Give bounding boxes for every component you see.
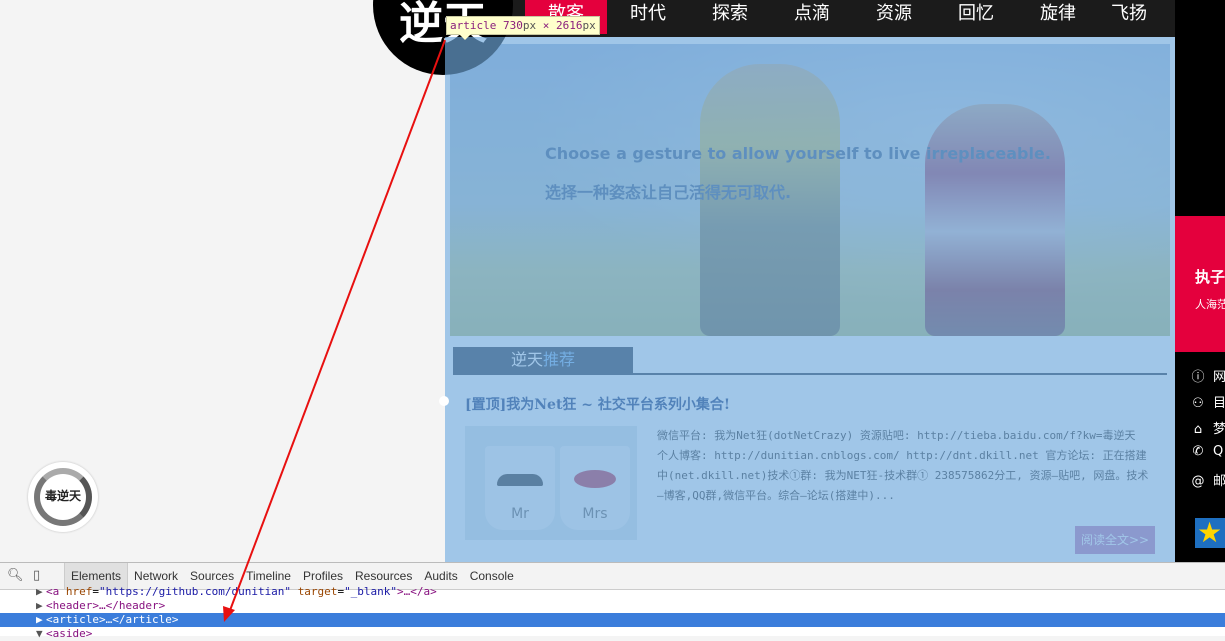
nav-item-feiyang[interactable]: 飞扬 bbox=[1099, 0, 1159, 34]
info-text: 目 bbox=[1213, 396, 1225, 411]
info-text: Q bbox=[1213, 444, 1224, 459]
inspect-search-icon[interactable]: 🔍︎ bbox=[7, 568, 24, 583]
left-blank-area: 毒逆天 bbox=[0, 0, 443, 562]
mug-mr-label: Mr bbox=[511, 506, 529, 522]
aside-portrait bbox=[1175, 0, 1225, 216]
dom-node-article-selected[interactable]: ▶ <article>…</article> bbox=[0, 613, 1225, 627]
info-row-email[interactable]: @ 邮 bbox=[1191, 470, 1225, 489]
tooltip-pointer bbox=[459, 34, 471, 40]
read-more-button[interactable]: 阅读全文>> bbox=[1075, 526, 1155, 554]
inspect-element-tooltip: article 730px × 2616px bbox=[446, 16, 600, 35]
expand-triangle-icon[interactable]: ▶ bbox=[36, 585, 46, 599]
info-row-website[interactable]: ⓘ 网 bbox=[1191, 366, 1225, 385]
tooltip-width: 730 bbox=[502, 19, 523, 32]
tooltip-height: 2616 bbox=[555, 19, 583, 32]
dom-node-aside[interactable]: ▼ <aside> bbox=[0, 627, 1225, 641]
recommend-tab-highlight: 推荐 bbox=[543, 350, 576, 369]
tooltip-times: × bbox=[542, 19, 550, 32]
devtools-panel: 🔍︎ ▯ Elements Network Sources Timeline P… bbox=[0, 562, 1225, 640]
hero-figure-woman bbox=[925, 104, 1065, 336]
nav-item-xuanlv[interactable]: 旋律 bbox=[1017, 0, 1099, 34]
mug-mr: Mr bbox=[485, 446, 555, 530]
dom-node-anchor[interactable]: ▶ <a href="https://github.com/dunitian" t… bbox=[36, 585, 437, 599]
expand-triangle-icon[interactable]: ▶ bbox=[36, 613, 46, 627]
info-row-home[interactable]: ⌂ 梦 bbox=[1191, 418, 1225, 437]
aside-info-list: ⓘ 网 ⚇ 目 ⌂ 梦 ✆ Q @ 邮 ★ bbox=[1175, 352, 1225, 562]
dom-attr: href bbox=[65, 585, 93, 598]
mug-mrs: Mrs bbox=[560, 446, 630, 530]
hero-banner[interactable]: Choose a gesture to allow yourself to li… bbox=[450, 44, 1170, 336]
add-user-icon: ⚇ bbox=[1192, 396, 1204, 411]
recommend-tab[interactable]: 逆天推荐 bbox=[453, 347, 633, 373]
nav-item-diandi[interactable]: 点滴 bbox=[771, 0, 853, 34]
expand-triangle-icon[interactable]: ▶ bbox=[36, 599, 46, 613]
mustache-icon bbox=[497, 474, 543, 486]
tooltip-tag: article bbox=[450, 19, 497, 32]
info-text: 梦 bbox=[1213, 422, 1225, 437]
profile-title: 执子 bbox=[1195, 268, 1225, 286]
post-excerpt: 微信平台: 我为Net狂(dotNetCrazy) 资源贴吧: http://t… bbox=[657, 429, 1149, 502]
dom-tag: >…</a> bbox=[397, 585, 437, 598]
tab-console[interactable]: Console bbox=[464, 563, 520, 589]
nav-item-shidai[interactable]: 时代 bbox=[607, 0, 689, 34]
post-title-link[interactable]: [置顶]我为Net狂 ~ 社交平台系列小集合! bbox=[465, 394, 730, 414]
dom-attr: target bbox=[297, 585, 338, 598]
hero-tagline-zh: 选择一种姿态让自己活得无可取代. bbox=[545, 183, 792, 202]
info-icon: ⓘ bbox=[1191, 370, 1205, 385]
info-row-phone[interactable]: ✆ Q bbox=[1191, 444, 1224, 459]
tooltip-unit-h: px bbox=[582, 19, 596, 32]
dom-attr-value: "_blank" bbox=[344, 585, 398, 598]
info-text: 网 bbox=[1213, 370, 1225, 385]
section-divider bbox=[453, 373, 1167, 375]
mug-mrs-label: Mrs bbox=[582, 506, 608, 522]
phone-icon: ✆ bbox=[1192, 444, 1204, 459]
article-content: Choose a gesture to allow yourself to li… bbox=[445, 37, 1175, 562]
star-icon: ★ bbox=[1197, 516, 1223, 549]
hero-tagline-en: Choose a gesture to allow yourself to li… bbox=[545, 144, 1051, 163]
recommend-tab-prefix: 逆天 bbox=[510, 350, 543, 369]
post-thumbnail[interactable]: Mr Mrs bbox=[465, 426, 637, 540]
nav-item-huiyi[interactable]: 回忆 bbox=[935, 0, 1017, 34]
dom-tag: <header>…</header> bbox=[46, 599, 166, 612]
floating-badge-widget[interactable]: 毒逆天 bbox=[28, 462, 98, 532]
info-row-user[interactable]: ⚇ 目 bbox=[1191, 392, 1225, 411]
dom-tag: <aside> bbox=[46, 627, 93, 640]
lips-icon bbox=[574, 470, 616, 488]
info-text: 邮 bbox=[1213, 474, 1225, 489]
dom-tag: <a bbox=[46, 585, 60, 598]
badge-label: 毒逆天 bbox=[44, 489, 81, 503]
email-icon: @ bbox=[1191, 474, 1205, 489]
main-nav: 散客 时代 探索 点滴 资源 回忆 旋律 飞扬 bbox=[525, 0, 1159, 34]
aside-profile-card: 执子 人海茫 bbox=[1175, 216, 1225, 352]
collapse-triangle-icon[interactable]: ▼ bbox=[36, 627, 46, 641]
favorite-star-button[interactable]: ★ bbox=[1195, 516, 1225, 549]
profile-subtitle: 人海茫 bbox=[1195, 298, 1225, 311]
home-icon: ⌂ bbox=[1193, 422, 1203, 437]
dom-node-header[interactable]: ▶ <header>…</header> bbox=[0, 599, 1225, 613]
nav-item-ziyuan[interactable]: 资源 bbox=[853, 0, 935, 34]
tooltip-unit-w: px bbox=[522, 19, 537, 32]
dom-attr-value: "https://github.com/dunitian" bbox=[99, 585, 292, 598]
dom-tag: <article>…</article> bbox=[46, 613, 179, 626]
nav-item-tansuo[interactable]: 探索 bbox=[689, 0, 771, 34]
device-mode-icon[interactable]: ▯ bbox=[33, 568, 40, 583]
timeline-dot bbox=[439, 396, 449, 406]
